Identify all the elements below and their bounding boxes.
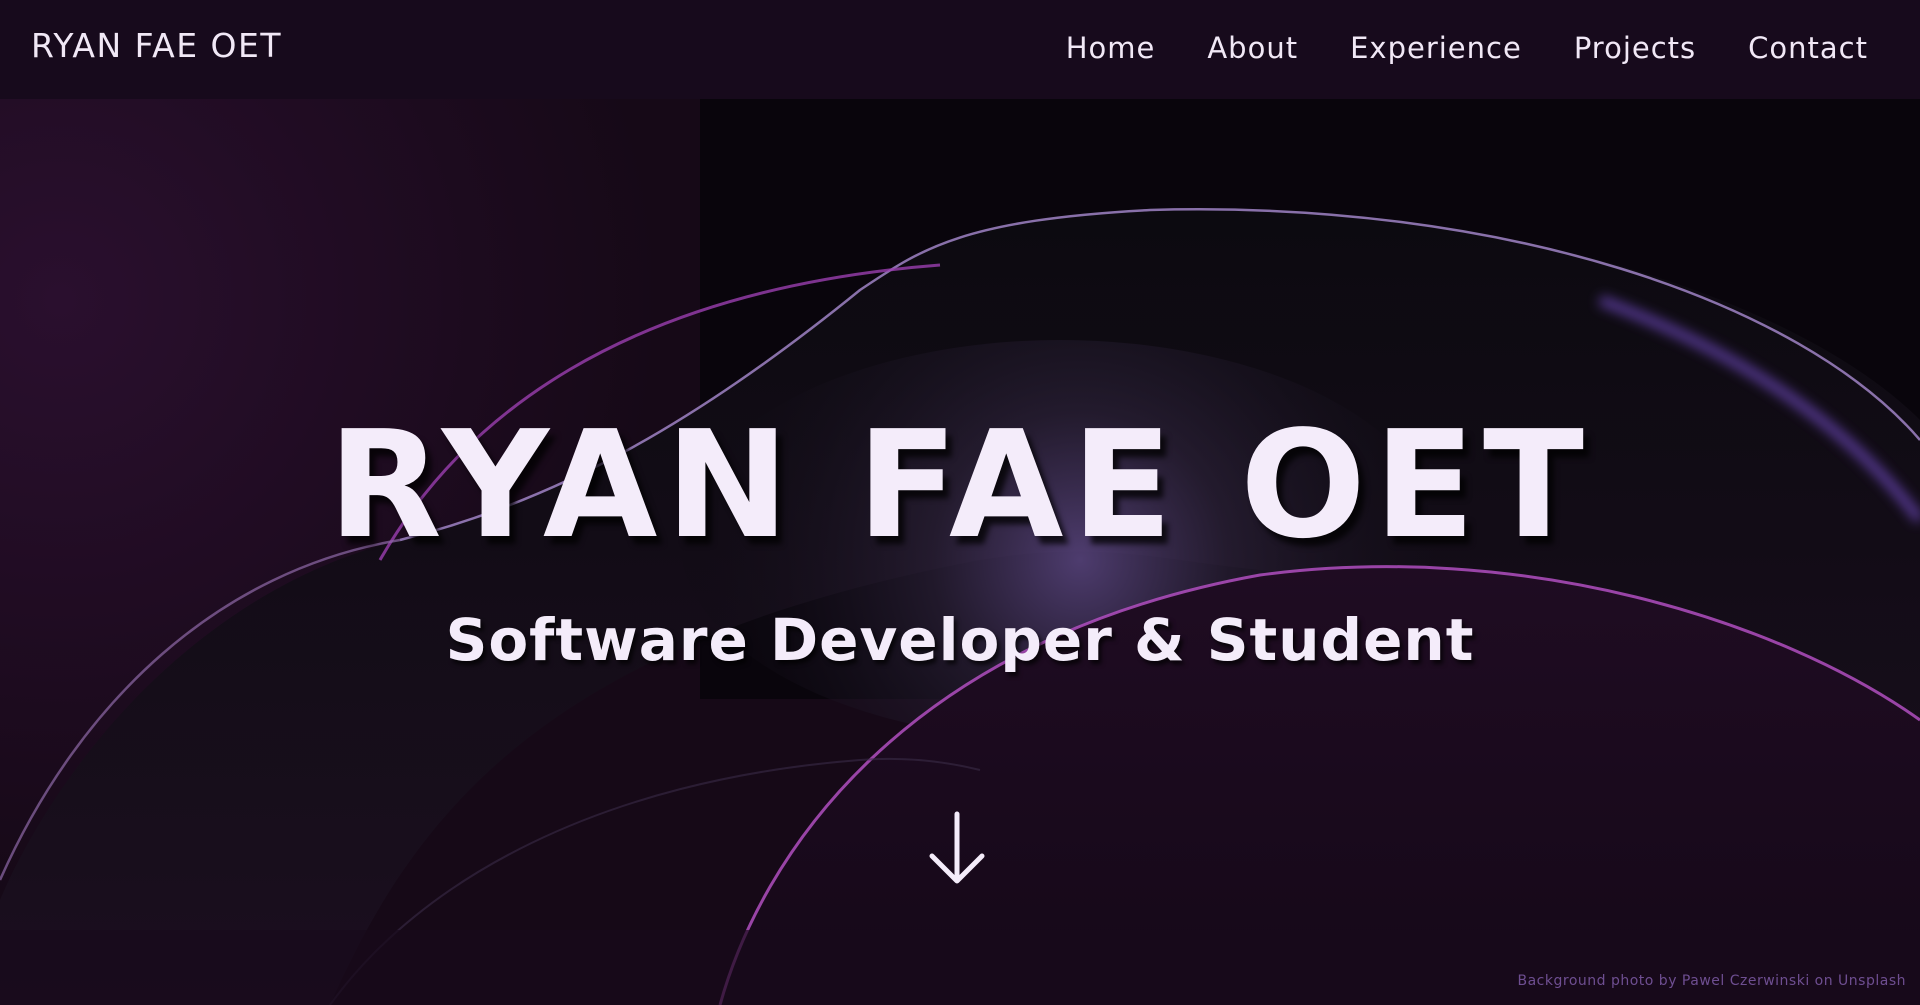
navbar: RYAN FAE OET Home About Experience Proje… bbox=[0, 0, 1920, 99]
nav-link-about[interactable]: About bbox=[1207, 28, 1298, 68]
arrow-down-icon bbox=[929, 811, 985, 884]
nav-links: Home About Experience Projects Contact bbox=[1014, 28, 1868, 68]
photo-credit: Background photo by Pawel Czerwinski on … bbox=[1517, 973, 1906, 989]
brand-logo-link[interactable]: RYAN FAE OET bbox=[31, 26, 282, 66]
nav-link-experience[interactable]: Experience bbox=[1350, 28, 1522, 68]
hero-subtitle: Software Developer & Student bbox=[445, 606, 1475, 674]
page: RYAN FAE OET Home About Experience Proje… bbox=[0, 0, 1920, 1005]
nav-link-contact[interactable]: Contact bbox=[1748, 28, 1868, 68]
scroll-down-button[interactable] bbox=[924, 810, 990, 886]
nav-link-home[interactable]: Home bbox=[1066, 28, 1156, 68]
nav-link-projects[interactable]: Projects bbox=[1574, 28, 1696, 68]
hero-title: RYAN FAE OET bbox=[328, 399, 1592, 571]
